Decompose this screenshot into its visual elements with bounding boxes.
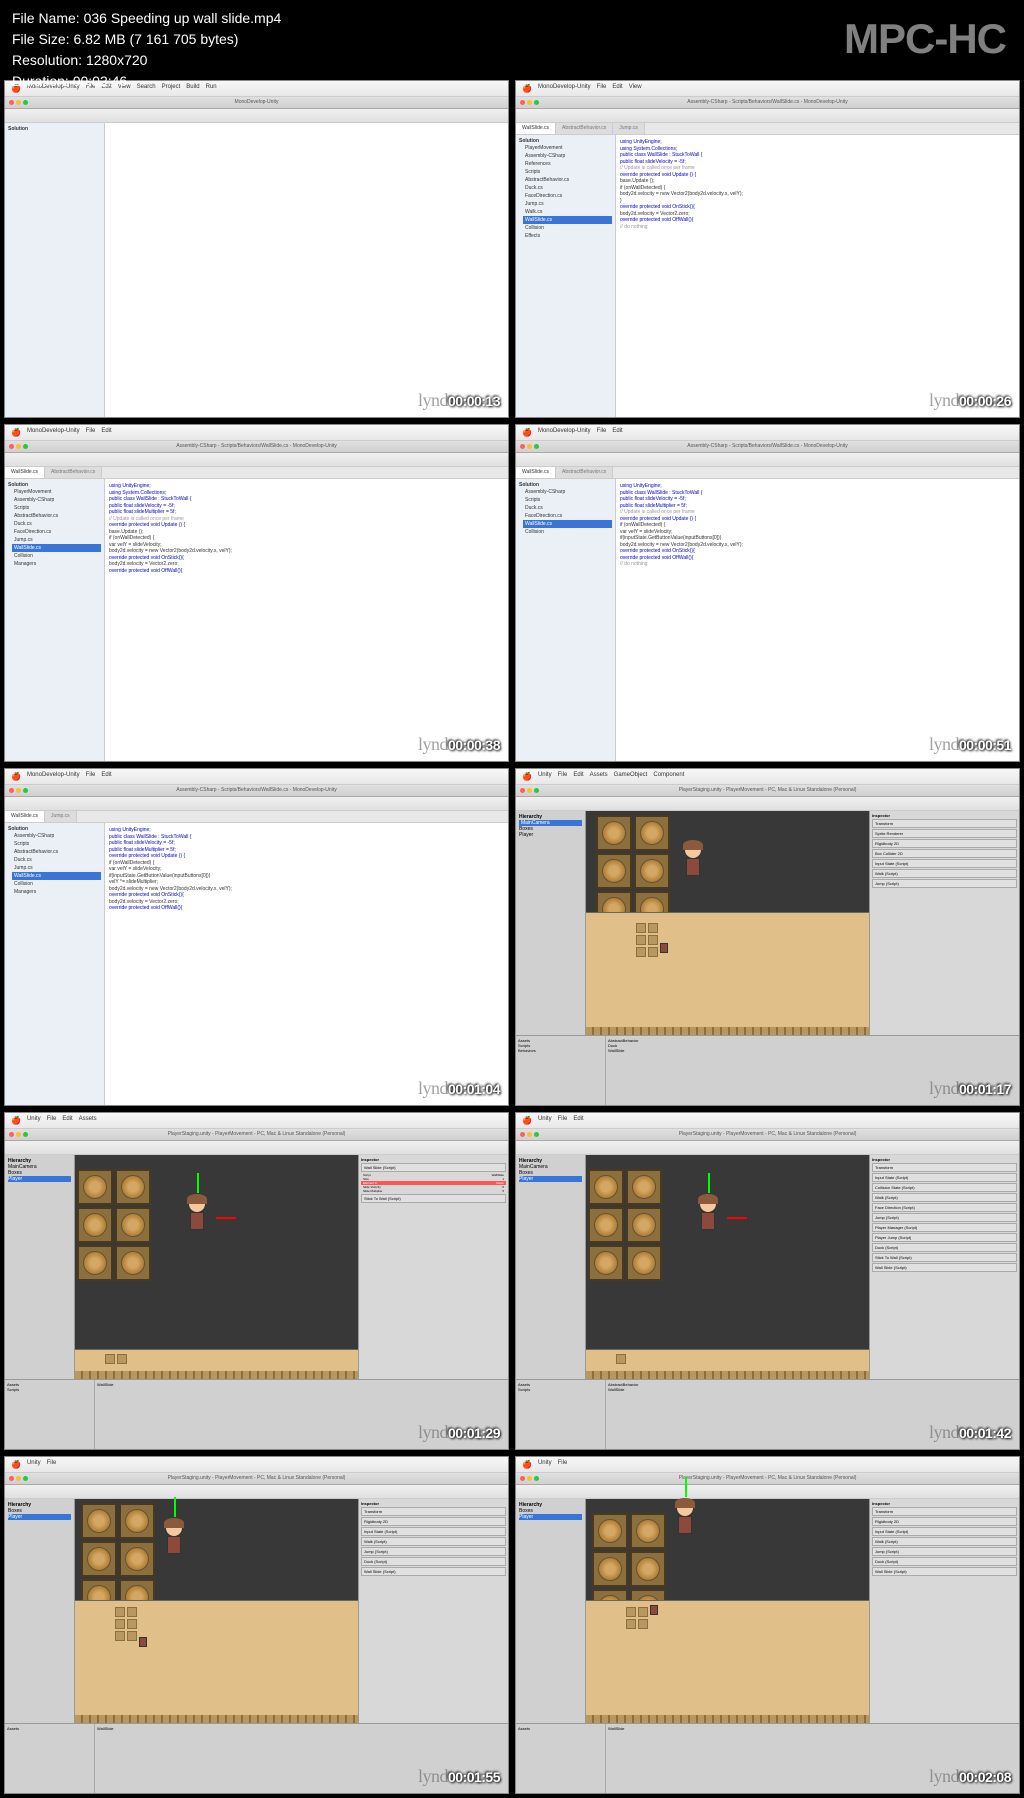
solution-sidebar: Solution	[5, 123, 105, 417]
hierarchy-panel: Hierarchy MainCamera Boxes Player	[516, 811, 586, 1035]
duration-value: 00:02:46	[73, 73, 128, 89]
thumbnail-1: 🍎 MonoDevelop-UnityFileEditViewSearchPro…	[4, 80, 509, 418]
scene-game-view	[586, 811, 869, 1035]
editor-tabs: WallSlide.csAbstractBehavior.csJump.cs	[516, 123, 1019, 135]
mpc-hc-logo: MPC-HC	[844, 15, 1006, 63]
thumbnail-grid: 🍎 MonoDevelop-UnityFileEditViewSearchPro…	[4, 80, 1020, 1794]
solution-sidebar: Solution PlayerMovement Assembly-CSharp …	[516, 135, 616, 417]
thumbnail-8: 🍎UnityFileEdit PlayerStaging.unity - Pla…	[515, 1112, 1020, 1450]
thumbnail-2: 🍎MonoDevelop-UnityFileEditView Assembly-…	[515, 80, 1020, 418]
filesize-label: File Size:	[12, 31, 70, 47]
filename-label: File Name:	[12, 10, 80, 26]
resolution-label: Resolution:	[12, 52, 82, 68]
thumbnail-9: 🍎UnityFile PlayerStaging.unity - PlayerM…	[4, 1456, 509, 1794]
ide-body: Solution	[5, 123, 508, 417]
inspector-panel: Inspector Transform Sprite Renderer Rigi…	[869, 811, 1019, 1035]
thumbnail-6: 🍎UnityFileEditAssetsGameObjectComponent …	[515, 768, 1020, 1106]
filesize-value: 6.82 MB (7 161 705 bytes)	[73, 31, 238, 47]
filename-value: 036 Speeding up wall slide.mp4	[84, 10, 282, 26]
lynda-watermark: lynd00:00:13	[418, 390, 500, 411]
duration-label: Duration:	[12, 73, 69, 89]
toolbar	[5, 109, 508, 123]
thumbnail-4: 🍎MonoDevelop-UnityFileEdit Assembly-CSha…	[515, 424, 1020, 762]
code-area	[105, 123, 508, 417]
code-editor: using UnityEngine; using System.Collecti…	[616, 135, 1019, 417]
thumbnail-3: 🍎MonoDevelop-UnityFileEdit Assembly-CSha…	[4, 424, 509, 762]
thumbnail-10: 🍎UnityFile PlayerStaging.unity - PlayerM…	[515, 1456, 1020, 1794]
thumbnail-5: 🍎MonoDevelop-UnityFileEdit Assembly-CSha…	[4, 768, 509, 1106]
thumbnail-7: 🍎UnityFileEditAssets PlayerStaging.unity…	[4, 1112, 509, 1450]
resolution-value: 1280x720	[86, 52, 148, 68]
